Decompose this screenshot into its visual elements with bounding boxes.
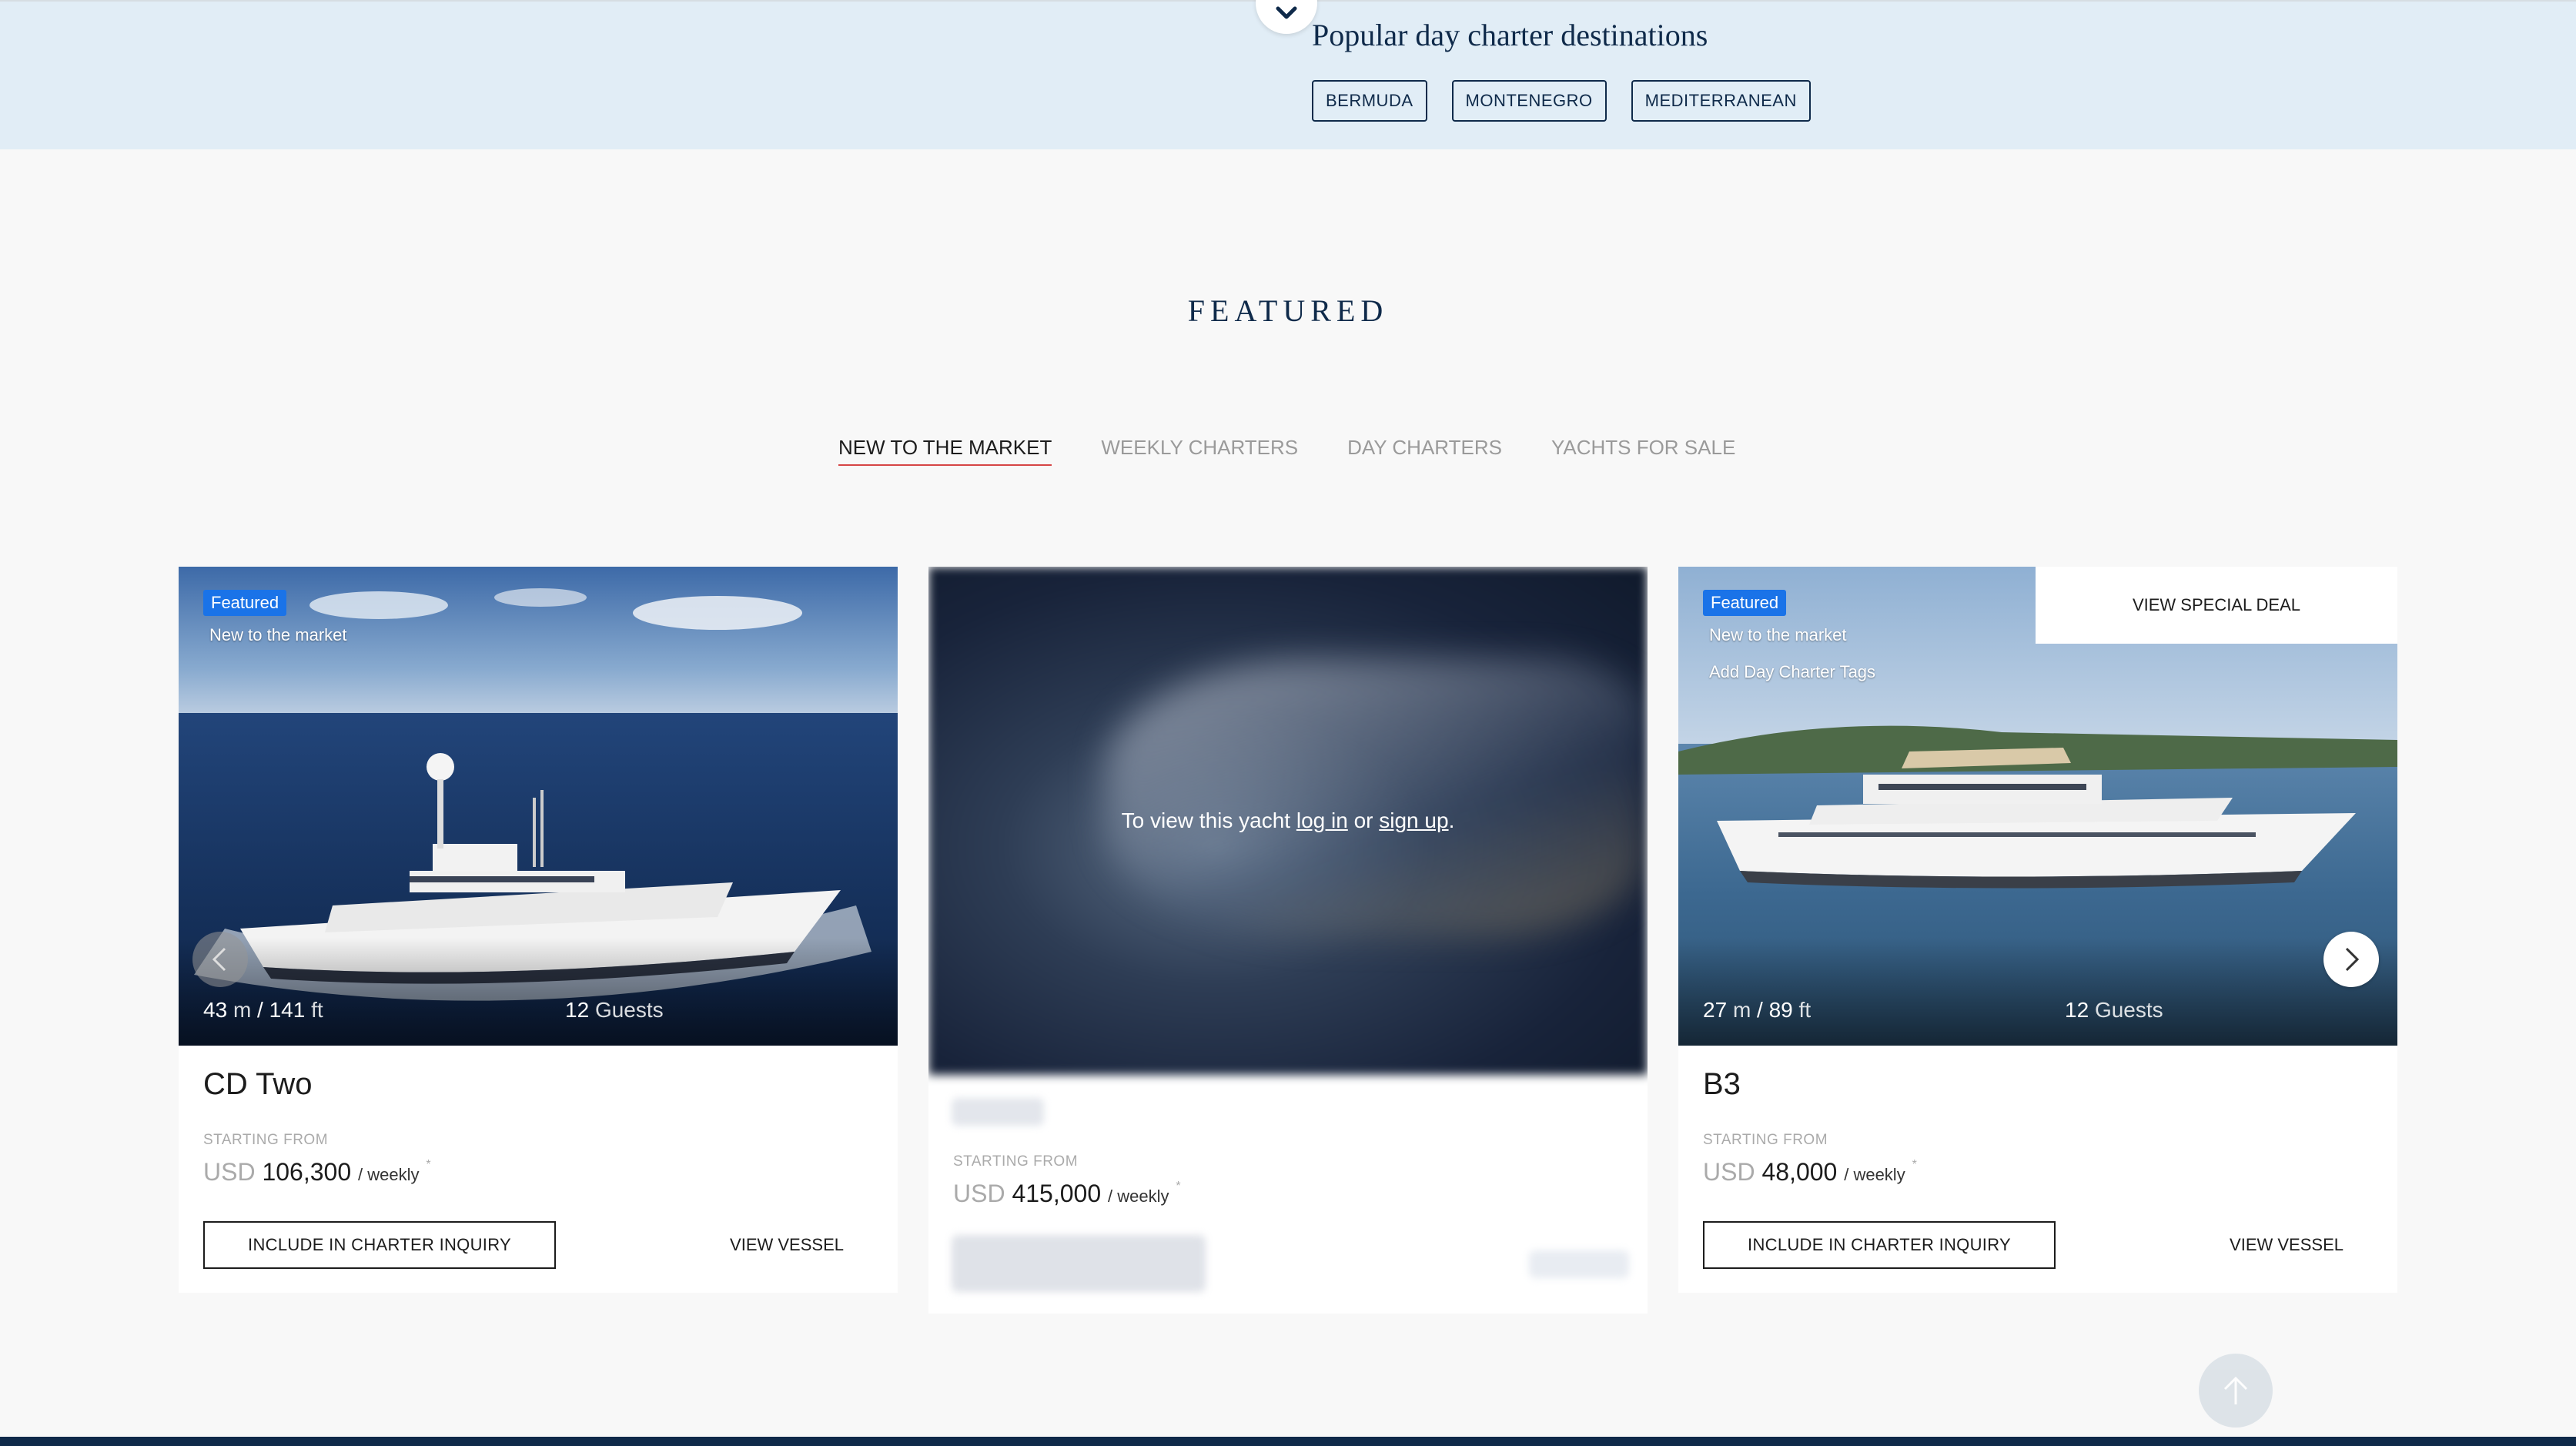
blurred-view-link: [1529, 1250, 1629, 1278]
footer-edge: [0, 1437, 2576, 1446]
yacht-price: USD 415,000 / weekly *: [953, 1180, 1181, 1207]
scroll-to-top-button[interactable]: [2199, 1354, 2273, 1428]
yacht-image[interactable]: Featured New to the market 43 m / 141 ft…: [179, 567, 898, 1046]
chevron-down-icon: [1276, 6, 1297, 19]
featured-tabs: NEW TO THE MARKET WEEKLY CHARTERS DAY CH…: [838, 436, 1735, 466]
featured-heading: FEATURED: [1187, 293, 1389, 328]
tab-yachts-for-sale[interactable]: YACHTS FOR SALE: [1551, 436, 1735, 466]
yacht-name[interactable]: CD Two: [203, 1067, 313, 1102]
yacht-length: 27 m / 89 ft: [1703, 998, 1812, 1022]
tab-new-to-the-market[interactable]: NEW TO THE MARKET: [838, 436, 1052, 466]
tab-day-charters[interactable]: DAY CHARTERS: [1347, 436, 1502, 466]
card-tag-new-to-market: New to the market: [209, 625, 347, 644]
log-in-link[interactable]: log in: [1296, 808, 1348, 832]
starting-from-label: STARTING FROM: [953, 1153, 1079, 1170]
expand-button[interactable]: [1256, 0, 1317, 34]
yacht-price: USD 48,000 / weekly *: [1703, 1158, 1917, 1186]
yacht-price: USD 106,300 / weekly *: [203, 1158, 431, 1186]
yacht-length: 43 m / 141 ft: [203, 998, 323, 1022]
starting-from-label: STARTING FROM: [203, 1132, 329, 1148]
include-in-charter-inquiry-button[interactable]: INCLUDE IN CHARTER INQUIRY: [203, 1221, 556, 1269]
destination-tags: BERMUDA MONTENEGRO MEDITERRANEAN: [1312, 80, 1811, 122]
sign-up-link[interactable]: sign up: [1379, 808, 1448, 832]
chevron-left-icon: [212, 947, 226, 972]
yacht-card-b3: Featured New to the market Add Day Chart…: [1678, 567, 2397, 1293]
yacht-image[interactable]: Featured New to the market Add Day Chart…: [1678, 567, 2397, 1046]
destination-tag-montenegro[interactable]: MONTENEGRO: [1451, 80, 1607, 122]
login-prompt: To view this yacht log in or sign up.: [1121, 808, 1455, 832]
yacht-name[interactable]: B3: [1703, 1067, 1741, 1102]
featured-badge: Featured: [203, 590, 287, 616]
destinations-band: Popular day charter destinations BERMUDA…: [0, 0, 2576, 149]
view-vessel-link[interactable]: VIEW VESSEL: [730, 1221, 844, 1269]
chevron-right-icon: [2345, 947, 2360, 972]
yacht-guests: 12 Guests: [565, 998, 664, 1022]
yacht-card-cd-two: Featured New to the market 43 m / 141 ft…: [179, 567, 898, 1293]
view-vessel-link[interactable]: VIEW VESSEL: [2230, 1221, 2343, 1269]
tab-weekly-charters[interactable]: WEEKLY CHARTERS: [1101, 436, 1298, 466]
card-tag-new-to-market: New to the market: [1709, 625, 1847, 644]
featured-badge: Featured: [1703, 590, 1787, 616]
yacht-image-blurred: To view this yacht log in or sign up.: [928, 567, 1648, 1090]
destination-tag-mediterranean[interactable]: MEDITERRANEAN: [1631, 80, 1811, 122]
arrow-up-icon: [2223, 1376, 2248, 1404]
yacht-specs: 27 m / 89 ft 12 Guests: [1703, 998, 2373, 1023]
card-tag-day-charter: Add Day Charter Tags: [1709, 662, 1876, 681]
view-special-deal-button[interactable]: VIEW SPECIAL DEAL: [2036, 567, 2397, 644]
yacht-specs: 43 m / 141 ft 12 Guests: [203, 998, 873, 1023]
destination-tag-bermuda[interactable]: BERMUDA: [1312, 80, 1427, 122]
yacht-card-locked: To view this yacht log in or sign up. ST…: [928, 567, 1648, 1314]
starting-from-label: STARTING FROM: [1703, 1132, 1828, 1148]
include-in-charter-inquiry-button[interactable]: INCLUDE IN CHARTER INQUIRY: [1703, 1221, 2056, 1269]
destinations-title: Popular day charter destinations: [1312, 18, 1708, 52]
carousel-prev-button[interactable]: [192, 932, 248, 987]
carousel-next-button[interactable]: [2323, 932, 2379, 987]
blurred-name: [952, 1098, 1044, 1126]
yacht-guests: 12 Guests: [2065, 998, 2163, 1022]
blurred-inquiry-button: [952, 1235, 1206, 1292]
